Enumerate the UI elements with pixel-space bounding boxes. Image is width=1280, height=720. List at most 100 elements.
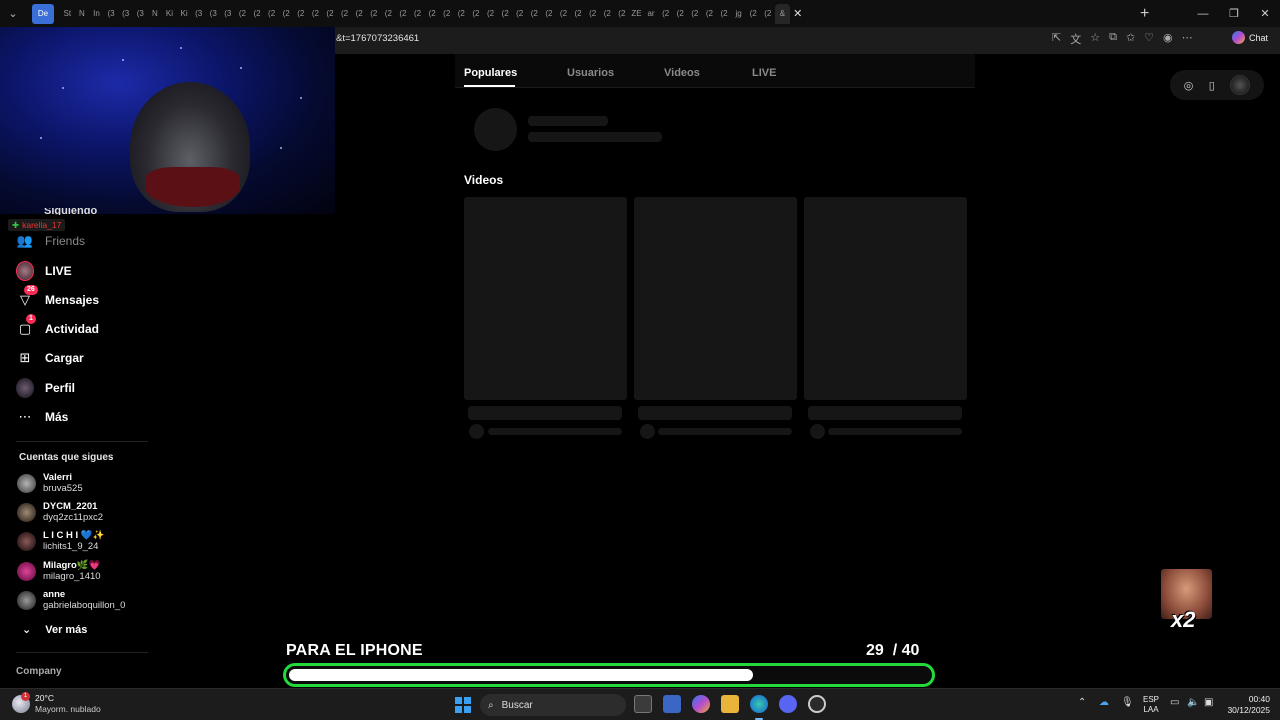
taskbar-search-box[interactable]: ⌕ Buscar: [480, 694, 626, 716]
browser-tab[interactable]: (3: [206, 4, 221, 24]
url-text[interactable]: &t=1767073236461: [336, 33, 419, 44]
file-explorer-icon[interactable]: [721, 695, 739, 713]
browser-tab[interactable]: (2: [571, 4, 586, 24]
tab-actions-menu-icon[interactable]: ⌄: [0, 0, 26, 27]
copilot-app-icon[interactable]: [692, 695, 710, 713]
browser-tab[interactable]: (2: [396, 4, 411, 24]
browser-tab[interactable]: (2: [542, 4, 557, 24]
browser-tab[interactable]: (2: [746, 4, 761, 24]
browser-tab[interactable]: (2: [600, 4, 615, 24]
browser-tab[interactable]: (2: [279, 4, 294, 24]
browser-tab[interactable]: (2: [717, 4, 732, 24]
sidebar-item-siguiendo-partial[interactable]: Siguiendo: [44, 208, 97, 215]
following-account[interactable]: anne gabrielaboquillon_0: [17, 589, 125, 611]
browser-tab[interactable]: (3: [191, 4, 206, 24]
browser-tab[interactable]: (2: [250, 4, 265, 24]
coins-icon[interactable]: ◎: [1184, 79, 1194, 92]
discord-icon[interactable]: [779, 695, 797, 713]
browser-tab[interactable]: (3: [104, 4, 119, 24]
tab-live[interactable]: LIVE: [752, 67, 776, 79]
tab-first[interactable]: De: [32, 3, 54, 24]
browser-tab[interactable]: (2: [337, 4, 352, 24]
system-clock[interactable]: 00:40 30/12/2025: [1226, 694, 1270, 716]
following-account[interactable]: DYCM_2201 dyq2zc11pxc2: [17, 501, 103, 523]
close-tab-icon[interactable]: ✕: [790, 7, 806, 20]
browser-tab[interactable]: (2: [527, 4, 542, 24]
browser-tab[interactable]: Ki: [177, 4, 192, 24]
account-avatar-icon[interactable]: ◉: [1163, 31, 1173, 47]
browser-tab[interactable]: (2: [469, 4, 484, 24]
browser-tab[interactable]: (2: [658, 4, 673, 24]
browser-tab[interactable]: N: [148, 4, 163, 24]
sidebar-item-cargar[interactable]: ⊞ Cargar: [16, 347, 84, 369]
following-account[interactable]: Valerri bruva525: [17, 472, 83, 494]
onedrive-icon[interactable]: ☁: [1099, 697, 1109, 708]
sidebar-item-mas[interactable]: ⋯ Más: [16, 406, 69, 428]
browser-tab[interactable]: (2: [410, 4, 425, 24]
device-icon[interactable]: ▯: [1209, 79, 1215, 92]
tab-videos[interactable]: Videos: [664, 67, 700, 79]
browser-tab[interactable]: St: [60, 4, 75, 24]
edge-browser-icon[interactable]: [750, 695, 768, 713]
tab-usuarios[interactable]: Usuarios: [567, 67, 614, 79]
store-icon[interactable]: [663, 695, 681, 713]
user-avatar[interactable]: [1230, 75, 1251, 95]
sidebar-item-perfil[interactable]: Perfil: [16, 377, 75, 399]
browser-tab[interactable]: (2: [366, 4, 381, 24]
show-hidden-icons[interactable]: ⌃: [1078, 697, 1086, 708]
close-window-icon[interactable]: ✕: [1249, 0, 1280, 27]
following-account[interactable]: Milagro🌿💗 milagro_1410: [17, 560, 101, 582]
see-more-button[interactable]: ⌄ Ver más: [22, 623, 87, 637]
browser-tab[interactable]: Ki: [162, 4, 177, 24]
browser-tab[interactable]: (2: [425, 4, 440, 24]
browser-tab[interactable]: (3: [118, 4, 133, 24]
microphone-icon[interactable]: 🎙: [1121, 697, 1134, 708]
following-account[interactable]: L I C H I 💙✨ lichits1_9_24: [17, 530, 105, 552]
video-card-placeholder[interactable]: [634, 197, 797, 400]
settings-more-icon[interactable]: ⋯: [1182, 31, 1193, 47]
sidebar-item-actividad[interactable]: ▢ 1 Actividad: [16, 314, 99, 340]
browser-tab[interactable]: ar: [644, 4, 659, 24]
browser-tab[interactable]: (2: [264, 4, 279, 24]
browser-tab[interactable]: (2: [498, 4, 513, 24]
translate-icon[interactable]: 文: [1070, 31, 1081, 47]
video-card-placeholder[interactable]: [804, 197, 967, 400]
browser-tab[interactable]: In: [89, 4, 104, 24]
favorite-star-icon[interactable]: ☆: [1090, 31, 1100, 47]
sidebar-item-friends[interactable]: 👥 Friends: [16, 230, 85, 252]
favorites-icon[interactable]: ✩: [1126, 31, 1135, 47]
browser-tab[interactable]: (2: [439, 4, 454, 24]
browser-tab[interactable]: (3: [133, 4, 148, 24]
browser-tab[interactable]: (2: [352, 4, 367, 24]
browser-tab[interactable]: (2: [483, 4, 498, 24]
sidebar-item-mensajes[interactable]: ▽ 26 Mensajes: [16, 285, 99, 311]
volume-icon[interactable]: 🔈: [1187, 697, 1199, 708]
browser-tab[interactable]: (2: [235, 4, 250, 24]
browser-tab[interactable]: (2: [702, 4, 717, 24]
sidebar-item-live[interactable]: LIVE: [16, 260, 72, 282]
browser-tab-active[interactable]: &: [775, 3, 790, 24]
restore-icon[interactable]: ❐: [1218, 0, 1250, 27]
browser-essentials-icon[interactable]: ♡: [1144, 31, 1154, 47]
browser-tab[interactable]: (2: [454, 4, 469, 24]
browser-tab[interactable]: N: [75, 4, 90, 24]
browser-tab[interactable]: (2: [294, 4, 309, 24]
browser-tab[interactable]: (2: [615, 4, 630, 24]
browser-tab[interactable]: jg: [731, 4, 746, 24]
browser-tab[interactable]: (2: [585, 4, 600, 24]
new-tab-icon[interactable]: +: [1140, 5, 1149, 23]
start-menu-icon[interactable]: [455, 697, 471, 713]
minimize-icon[interactable]: —: [1187, 0, 1219, 27]
task-view-icon[interactable]: [634, 695, 652, 713]
browser-tab[interactable]: (3: [221, 4, 236, 24]
extensions-icon[interactable]: ⧉: [1109, 31, 1117, 47]
browser-tab[interactable]: ZE: [629, 4, 644, 24]
battery-icon[interactable]: ▣: [1204, 697, 1213, 708]
tab-populares[interactable]: Populares: [464, 67, 517, 79]
obs-icon[interactable]: [808, 695, 826, 713]
video-card-placeholder[interactable]: [464, 197, 627, 400]
browser-tab[interactable]: (2: [323, 4, 338, 24]
browser-tab[interactable]: (2: [308, 4, 323, 24]
company-link[interactable]: Company: [16, 666, 62, 677]
browser-tab[interactable]: (2: [512, 4, 527, 24]
